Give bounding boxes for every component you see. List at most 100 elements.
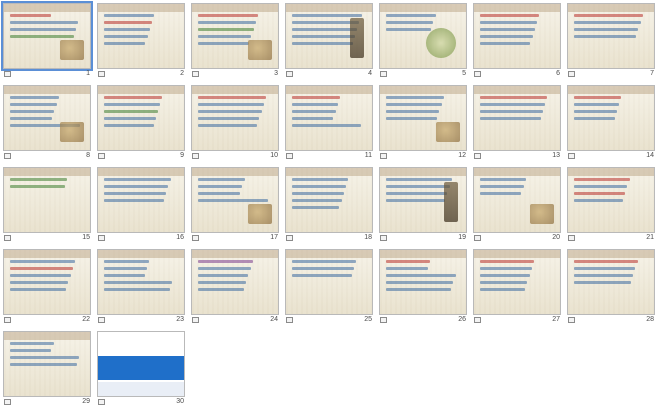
slide-thumbnail[interactable] <box>191 85 279 151</box>
slide-thumbnail[interactable] <box>3 167 91 233</box>
slide-thumbnail[interactable] <box>97 167 185 233</box>
text-line <box>198 199 268 202</box>
text-line <box>10 260 76 263</box>
transition-icon[interactable] <box>380 235 387 241</box>
slide-text-lines <box>10 178 84 192</box>
slide-thumbnail[interactable] <box>567 249 655 315</box>
slide-image <box>530 204 554 224</box>
transition-icon[interactable] <box>4 153 11 159</box>
transition-icon[interactable] <box>98 235 105 241</box>
text-line <box>10 117 53 120</box>
text-line <box>104 14 155 17</box>
slide-thumbnail[interactable] <box>285 249 373 315</box>
slide-thumbnail[interactable] <box>285 85 373 151</box>
slide-header-band <box>4 168 90 176</box>
text-line <box>386 28 432 31</box>
text-line <box>198 110 262 113</box>
transition-icon[interactable] <box>98 317 105 323</box>
transition-icon[interactable] <box>568 317 575 323</box>
transition-icon[interactable] <box>192 153 199 159</box>
text-line <box>292 35 355 38</box>
transition-icon[interactable] <box>474 153 481 159</box>
slide-thumbnail[interactable] <box>97 331 185 397</box>
slide-cell: 21 <box>564 164 658 246</box>
transition-icon[interactable] <box>98 399 105 405</box>
transition-icon[interactable] <box>4 317 11 323</box>
slide-text-lines <box>480 96 554 124</box>
slide-number: 30 <box>176 398 184 405</box>
slide-number: 17 <box>270 234 278 241</box>
text-line <box>574 35 637 38</box>
slide-thumbnail[interactable] <box>1 1 93 71</box>
slide-thumbnail[interactable] <box>3 331 91 397</box>
slide-number: 27 <box>552 316 560 323</box>
slide-header-band <box>286 250 372 258</box>
slide-number: 12 <box>458 152 466 159</box>
slide-number: 1 <box>86 70 90 77</box>
transition-icon[interactable] <box>286 235 293 241</box>
text-line <box>10 274 71 277</box>
text-line <box>574 21 641 24</box>
slide-thumbnail[interactable] <box>567 85 655 151</box>
slide-text-lines <box>292 96 366 131</box>
slide-thumbnail[interactable] <box>379 3 467 69</box>
slide-thumbnail[interactable] <box>285 3 373 69</box>
text-line <box>104 96 163 99</box>
text-line <box>386 96 444 99</box>
slide-thumbnail[interactable] <box>379 249 467 315</box>
slide-text-lines <box>104 260 178 295</box>
text-line <box>10 14 51 17</box>
slide-number: 7 <box>650 70 654 77</box>
transition-icon[interactable] <box>380 153 387 159</box>
slide-thumbnail[interactable] <box>191 249 279 315</box>
text-line <box>104 42 146 45</box>
slide-cell: 3 <box>188 0 282 82</box>
transition-icon[interactable] <box>474 71 481 77</box>
transition-icon[interactable] <box>286 317 293 323</box>
transition-icon[interactable] <box>286 153 293 159</box>
slide-thumbnail[interactable] <box>97 249 185 315</box>
text-line <box>480 96 548 99</box>
transition-icon[interactable] <box>568 153 575 159</box>
transition-icon[interactable] <box>98 71 105 77</box>
transition-icon[interactable] <box>286 71 293 77</box>
slide-cell: 29 <box>0 328 94 410</box>
transition-icon[interactable] <box>380 71 387 77</box>
transition-icon[interactable] <box>568 235 575 241</box>
slide-thumbnail[interactable] <box>379 85 467 151</box>
transition-icon[interactable] <box>4 399 11 405</box>
slide-thumbnail[interactable] <box>97 3 185 69</box>
slide-thumbnail[interactable] <box>567 3 655 69</box>
slide-thumbnail[interactable] <box>285 167 373 233</box>
slide-text-lines <box>386 96 460 124</box>
slide-thumbnail[interactable] <box>567 167 655 233</box>
slide-thumbnail[interactable] <box>97 85 185 151</box>
slide-thumbnail[interactable] <box>3 249 91 315</box>
transition-icon[interactable] <box>474 235 481 241</box>
transition-icon[interactable] <box>192 235 199 241</box>
transition-icon[interactable] <box>474 317 481 323</box>
slide-header-band <box>98 4 184 12</box>
slide-header-band <box>4 4 90 12</box>
transition-icon[interactable] <box>192 71 199 77</box>
transition-icon[interactable] <box>192 317 199 323</box>
transition-icon[interactable] <box>568 71 575 77</box>
transition-icon[interactable] <box>4 235 11 241</box>
slide-thumbnail[interactable] <box>379 167 467 233</box>
transition-icon[interactable] <box>380 317 387 323</box>
text-line <box>386 103 442 106</box>
transition-icon[interactable] <box>98 153 105 159</box>
slide-thumbnail[interactable] <box>473 249 561 315</box>
text-line <box>386 117 438 120</box>
text-line <box>574 185 628 188</box>
text-line <box>292 199 342 202</box>
slide-thumbnail[interactable] <box>473 85 561 151</box>
slide-thumbnail[interactable] <box>3 85 91 151</box>
slide-thumbnail[interactable] <box>191 3 279 69</box>
transition-icon[interactable] <box>4 71 11 77</box>
text-line <box>292 103 338 106</box>
slide-thumbnail[interactable] <box>191 167 279 233</box>
slide-thumbnail[interactable] <box>473 3 561 69</box>
text-line <box>480 117 541 120</box>
slide-thumbnail[interactable] <box>473 167 561 233</box>
